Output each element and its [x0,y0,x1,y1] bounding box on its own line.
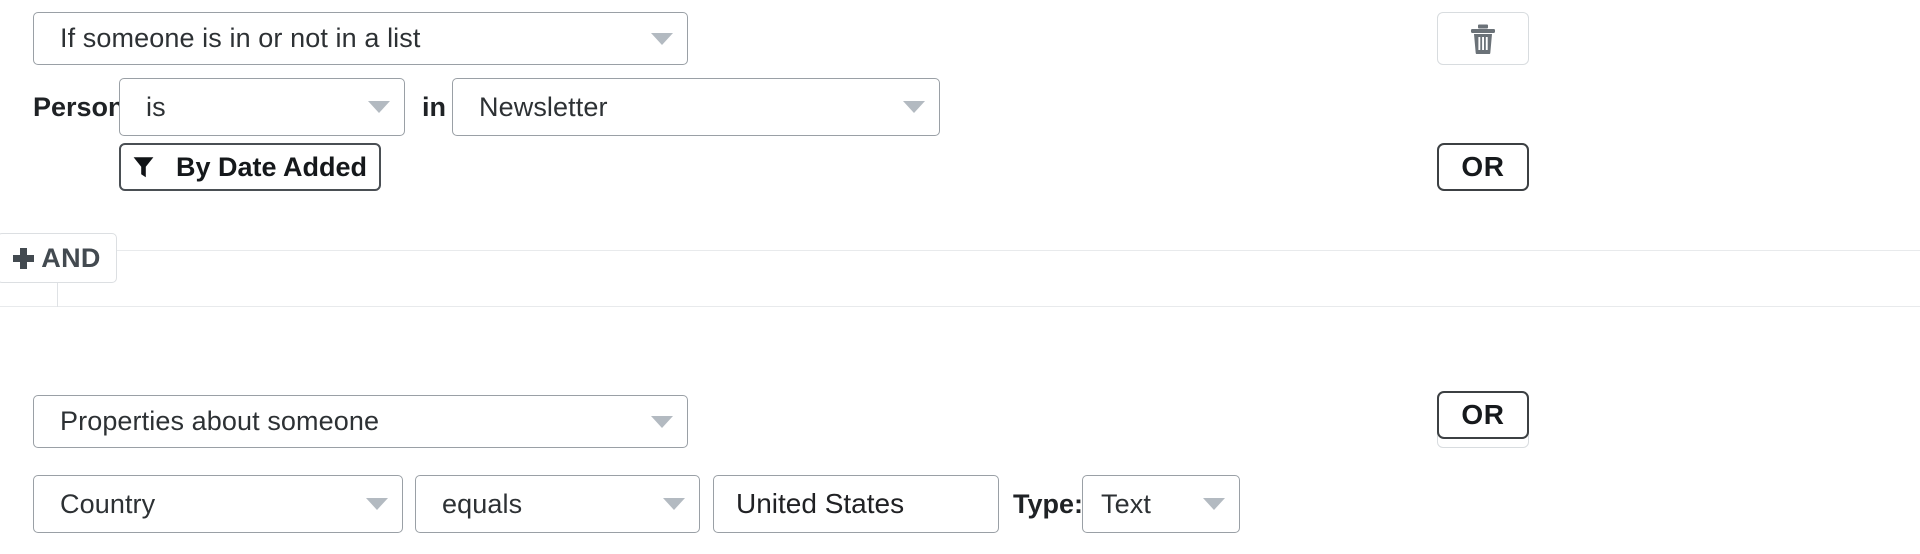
and-button-label: AND [41,243,100,274]
condition-type-select-one[interactable]: If someone is in or not in a list [33,12,688,65]
value-input[interactable]: United States [713,475,999,533]
or-button-one-label: OR [1461,151,1504,183]
chevron-down-icon [903,101,925,113]
property-select[interactable]: Country [33,475,403,533]
trash-icon [1470,24,1496,54]
chevron-down-icon [651,416,673,428]
person-label: Person [33,78,113,136]
comparator-select[interactable]: equals [415,475,700,533]
type-label-text: Type: [1013,489,1083,520]
in-label: in [417,78,451,136]
chevron-down-icon [663,498,685,510]
delete-condition-button-one[interactable] [1437,12,1529,65]
or-button-two[interactable]: OR [1437,391,1529,439]
property-value: Country [60,489,356,520]
list-value: Newsletter [479,92,893,123]
by-date-added-button[interactable]: By Date Added [119,143,381,191]
condition-type-value-two: Properties about someone [60,406,641,437]
chevron-down-icon [651,33,673,45]
person-operator-value: is [146,92,358,123]
funnel-icon [133,156,154,179]
chevron-down-icon [366,498,388,510]
divider-top [0,250,1920,251]
list-select[interactable]: Newsletter [452,78,940,136]
chevron-down-icon [368,101,390,113]
person-operator-select[interactable]: is [119,78,405,136]
type-select[interactable]: Text [1082,475,1240,533]
segment-builder: If someone is in or not in a list Person… [0,0,1920,554]
by-date-added-label: By Date Added [176,152,367,183]
or-button-one[interactable]: OR [1437,143,1529,191]
add-and-condition-button[interactable]: AND [0,233,117,283]
value-input-text: United States [736,488,904,520]
chevron-down-icon [1203,498,1225,510]
person-label-text: Person [33,92,125,123]
type-value: Text [1101,489,1193,520]
in-label-text: in [422,92,446,123]
type-label: Type: [1013,475,1079,533]
condition-type-value-one: If someone is in or not in a list [60,23,641,54]
and-connector-band [0,250,1920,307]
or-button-two-label: OR [1461,399,1504,431]
plus-icon [13,248,34,269]
divider-bottom [0,306,1920,307]
comparator-value: equals [442,489,653,520]
condition-type-select-two[interactable]: Properties about someone [33,395,688,448]
